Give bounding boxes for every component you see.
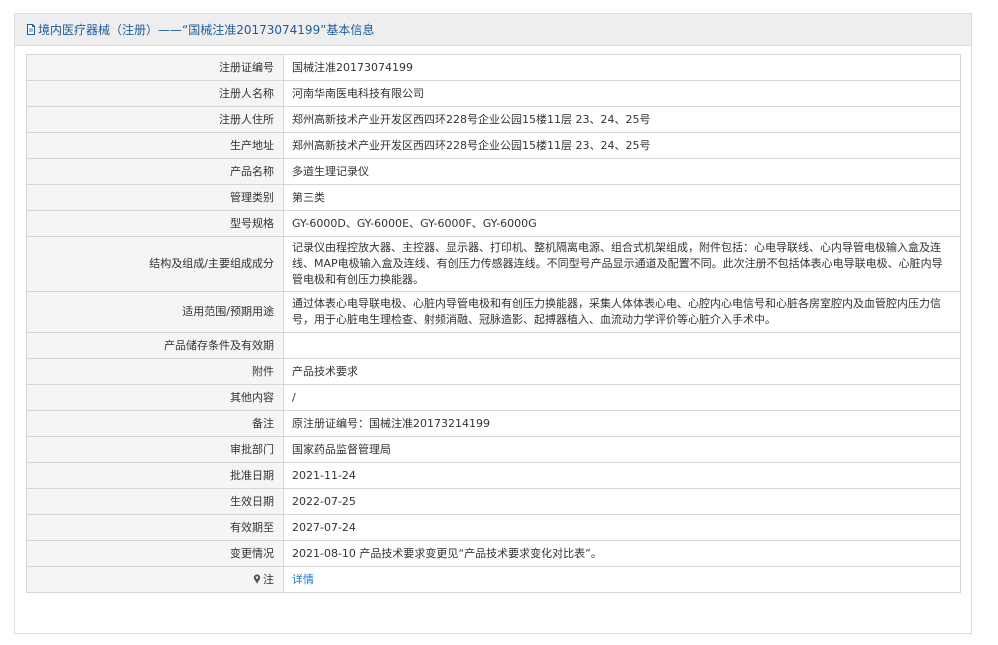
field-value: 国家药品监督管理局 (283, 436, 961, 463)
table-row: 管理类别 第三类 (26, 184, 961, 211)
field-value: 郑州高新技术产业开发区西四环228号企业公园15楼11层 23、24、25号 (283, 106, 961, 133)
note-label-cell: 注 (26, 566, 284, 593)
field-label: 审批部门 (26, 436, 284, 463)
table-row: 适用范围/预期用途 通过体表心电导联电极、心脏内导管电极和有创压力换能器，采集人… (26, 291, 961, 333)
field-value: 2021-11-24 (283, 462, 961, 489)
table-row: 注册人名称 河南华南医电科技有限公司 (26, 80, 961, 107)
field-value: 多道生理记录仪 (283, 158, 961, 185)
field-label: 注册人住所 (26, 106, 284, 133)
info-table: 注册证编号 国械注准20173074199 注册人名称 河南华南医电科技有限公司… (26, 54, 961, 593)
table-row: 其他内容 / (26, 384, 961, 411)
field-label: 生效日期 (26, 488, 284, 515)
table-row: 产品名称 多道生理记录仪 (26, 158, 961, 185)
field-value: 详情 (283, 566, 961, 593)
field-value: 2021-08-10 产品技术要求变更见“产品技术要求变化对比表”。 (283, 540, 961, 567)
table-row: 变更情况 2021-08-10 产品技术要求变更见“产品技术要求变化对比表”。 (26, 540, 961, 567)
field-label: 注册证编号 (26, 54, 284, 81)
table-row: 结构及组成/主要组成成分 记录仪由程控放大器、主控器、显示器、打印机、整机隔离电… (26, 236, 961, 292)
table-row: 注册人住所 郑州高新技术产业开发区西四环228号企业公园15楼11层 23、24… (26, 106, 961, 133)
table-row: 产品储存条件及有效期 (26, 332, 961, 359)
field-value: 原注册证编号：国械注准20173214199 (283, 410, 961, 437)
field-value: 通过体表心电导联电极、心脏内导管电极和有创压力换能器，采集人体体表心电、心腔内心… (283, 291, 961, 333)
field-value: 2027-07-24 (283, 514, 961, 541)
field-value: 郑州高新技术产业开发区西四环228号企业公园15楼11层 23、24、25号 (283, 132, 961, 159)
table-row: 审批部门 国家药品监督管理局 (26, 436, 961, 463)
field-label: 适用范围/预期用途 (26, 291, 284, 333)
field-value: 第三类 (283, 184, 961, 211)
panel-header: 境内医疗器械（注册）——“国械注准20173074199”基本信息 (15, 14, 971, 46)
field-label: 附件 (26, 358, 284, 385)
table-row: 型号规格 GY-6000D、GY-6000E、GY-6000F、GY-6000G (26, 210, 961, 237)
panel-title: 境内医疗器械（注册）——“国械注准20173074199”基本信息 (38, 23, 375, 37)
table-row: 附件 产品技术要求 (26, 358, 961, 385)
field-label: 变更情况 (26, 540, 284, 567)
table-row: 生产地址 郑州高新技术产业开发区西四环228号企业公园15楼11层 23、24、… (26, 132, 961, 159)
field-label: 型号规格 (26, 210, 284, 237)
field-value: 2022-07-25 (283, 488, 961, 515)
field-label: 注 (263, 572, 274, 586)
pin-icon (253, 573, 261, 584)
field-value: 产品技术要求 (283, 358, 961, 385)
field-label: 产品名称 (26, 158, 284, 185)
field-label: 生产地址 (26, 132, 284, 159)
table-row: 批准日期 2021-11-24 (26, 462, 961, 489)
field-label: 批准日期 (26, 462, 284, 489)
field-label: 产品储存条件及有效期 (26, 332, 284, 359)
field-value: 记录仪由程控放大器、主控器、显示器、打印机、整机隔离电源、组合式机架组成，附件包… (283, 236, 961, 292)
table-row: 注 详情 (26, 566, 961, 593)
field-label: 有效期至 (26, 514, 284, 541)
field-label: 其他内容 (26, 384, 284, 411)
field-value: / (283, 384, 961, 411)
details-link[interactable]: 详情 (292, 573, 314, 586)
field-label: 结构及组成/主要组成成分 (26, 236, 284, 292)
field-value: 国械注准20173074199 (283, 54, 961, 81)
field-value (283, 332, 961, 359)
info-panel: 境内医疗器械（注册）——“国械注准20173074199”基本信息 注册证编号 … (14, 13, 972, 634)
table-row: 备注 原注册证编号：国械注准20173214199 (26, 410, 961, 437)
field-label: 注册人名称 (26, 80, 284, 107)
table-row: 注册证编号 国械注准20173074199 (26, 54, 961, 81)
field-value: GY-6000D、GY-6000E、GY-6000F、GY-6000G (283, 210, 961, 237)
field-label: 管理类别 (26, 184, 284, 211)
field-value: 河南华南医电科技有限公司 (283, 80, 961, 107)
table-row: 生效日期 2022-07-25 (26, 488, 961, 515)
field-label: 备注 (26, 410, 284, 437)
document-icon (27, 24, 35, 35)
table-row: 有效期至 2027-07-24 (26, 514, 961, 541)
